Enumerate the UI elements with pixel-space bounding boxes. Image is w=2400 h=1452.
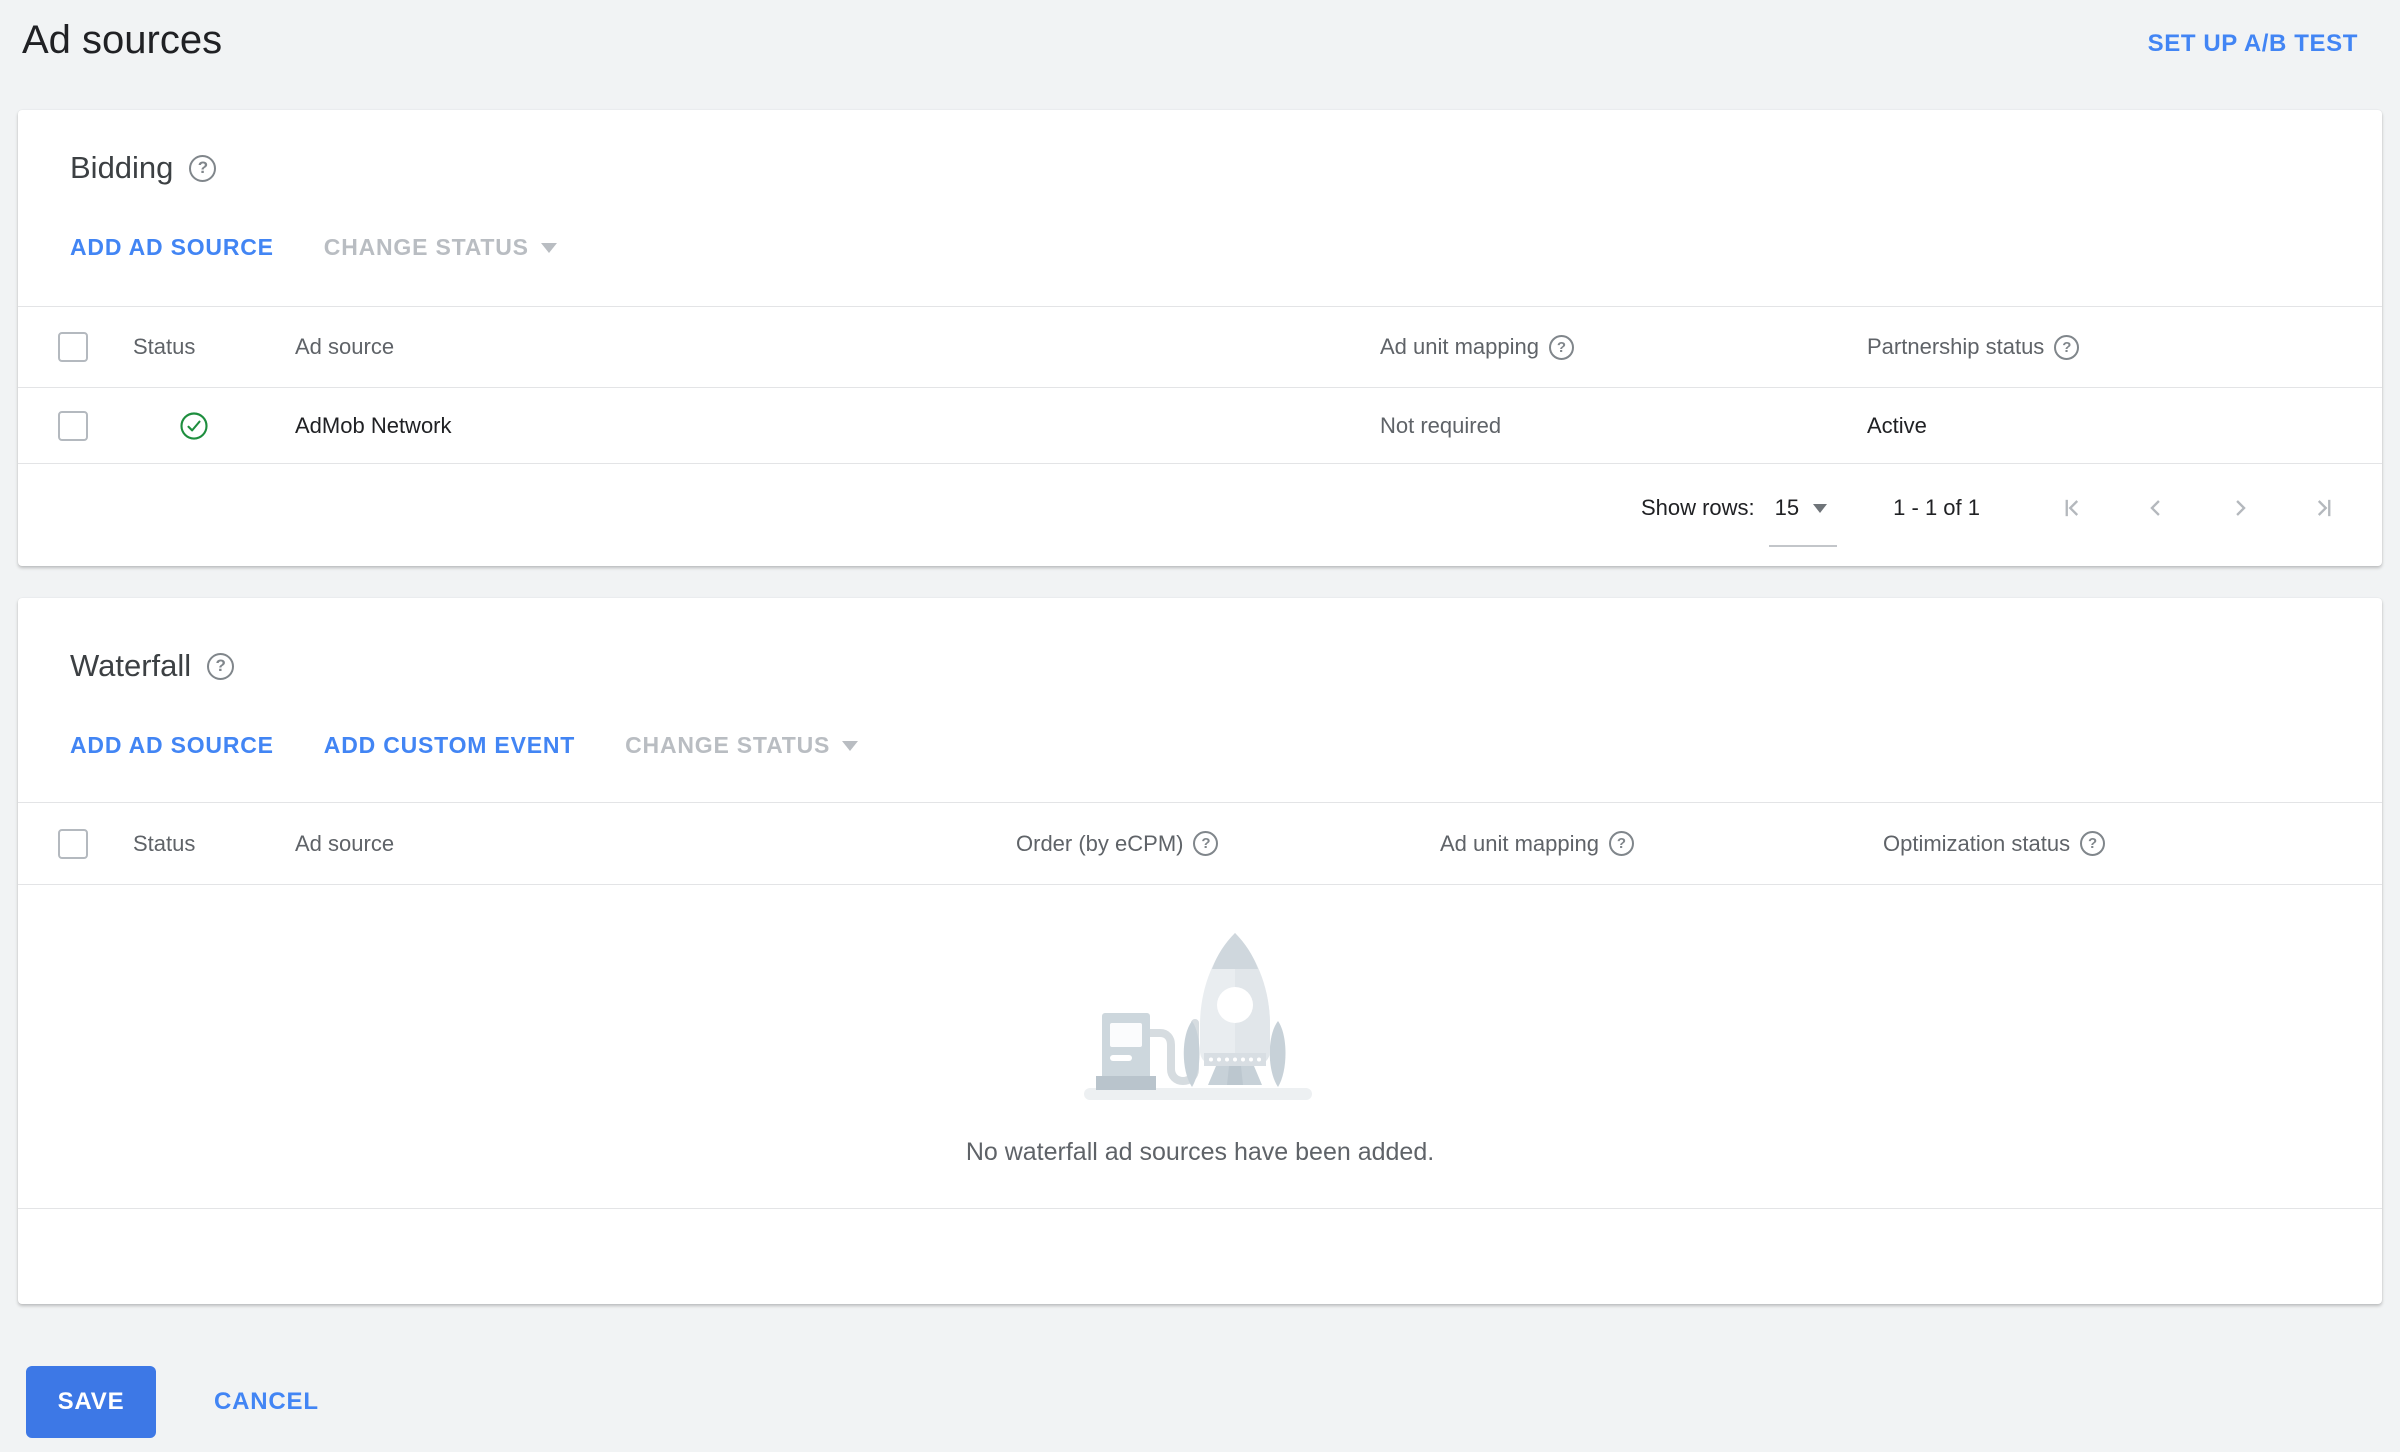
bidding-help-icon[interactable]: ? bbox=[189, 154, 217, 182]
waterfall-col-ad-unit-mapping: Ad unit mapping ? bbox=[1440, 831, 1883, 857]
cancel-button[interactable]: CANCEL bbox=[214, 1388, 319, 1416]
waterfall-change-status-label: CHANGE STATUS bbox=[625, 732, 831, 758]
waterfall-empty-message: No waterfall ad sources have been added. bbox=[965, 1138, 1435, 1166]
bidding-section-head: Bidding ? bbox=[18, 110, 2382, 186]
last-page-button[interactable] bbox=[2310, 494, 2338, 522]
bidding-actions: ADD AD SOURCE CHANGE STATUS bbox=[18, 234, 2382, 261]
waterfall-add-custom-event-button[interactable]: ADD CUSTOM EVENT bbox=[324, 732, 575, 759]
waterfall-help-icon[interactable]: ? bbox=[207, 652, 235, 680]
page-title: Ad sources bbox=[22, 18, 223, 62]
waterfall-card-footer bbox=[18, 1208, 2382, 1305]
waterfall-section-head: Waterfall ? bbox=[18, 598, 2382, 684]
bidding-add-ad-source-button[interactable]: ADD AD SOURCE bbox=[70, 234, 274, 261]
partnership-status-help-icon[interactable]: ? bbox=[2054, 334, 2080, 360]
chevron-down-icon bbox=[540, 242, 557, 253]
chevron-down-icon bbox=[842, 740, 859, 751]
bidding-title: Bidding bbox=[70, 150, 174, 185]
waterfall-empty-state: No waterfall ad sources have been added. bbox=[18, 885, 2382, 1208]
bidding-card: Bidding ? ADD AD SOURCE CHANGE STATUS St… bbox=[18, 110, 2382, 566]
rows-per-page-value: 15 bbox=[1774, 495, 1800, 520]
waterfall-col-optimization-status: Optimization status ? bbox=[1883, 831, 2342, 857]
page-footer: SAVE CANCEL bbox=[26, 1366, 2400, 1438]
bidding-col-status: Status bbox=[133, 334, 196, 359]
waterfall-change-status-button[interactable]: CHANGE STATUS bbox=[625, 732, 859, 759]
rocket-fueling-illustration-icon bbox=[1080, 925, 1320, 1110]
waterfall-add-ad-source-button[interactable]: ADD AD SOURCE bbox=[70, 732, 274, 759]
bidding-select-all-checkbox[interactable] bbox=[58, 332, 88, 362]
bidding-change-status-button[interactable]: CHANGE STATUS bbox=[324, 234, 557, 261]
row-status-cell bbox=[133, 411, 295, 441]
header-checkbox-cell bbox=[58, 828, 133, 859]
status-active-check-icon bbox=[179, 411, 209, 441]
ad-unit-mapping-help-icon[interactable]: ? bbox=[1609, 831, 1634, 856]
waterfall-title: Waterfall bbox=[70, 648, 192, 683]
bidding-col-partnership-status: Partnership status ? bbox=[1867, 334, 2342, 360]
ad-unit-mapping-label: Ad unit mapping bbox=[1440, 830, 1599, 856]
bidding-col-ad-unit-mapping: Ad unit mapping ? bbox=[1380, 334, 1867, 360]
optimization-status-help-icon[interactable]: ? bbox=[2080, 831, 2106, 856]
save-button[interactable]: SAVE bbox=[26, 1366, 156, 1438]
rows-per-page-select[interactable]: 15 bbox=[1768, 495, 1838, 547]
waterfall-col-order: Order (by eCPM) ? bbox=[1016, 831, 1440, 857]
ad-unit-mapping-label: Ad unit mapping bbox=[1380, 334, 1539, 359]
waterfall-card: Waterfall ? ADD AD SOURCE ADD CUSTOM EVE… bbox=[18, 598, 2382, 1304]
pagination-range: 1 - 1 of 1 bbox=[1893, 495, 1980, 520]
ad-unit-mapping-value: Not required bbox=[1380, 412, 1502, 438]
bidding-change-status-label: CHANGE STATUS bbox=[323, 234, 529, 260]
partnership-status-label: Partnership status bbox=[1867, 334, 2045, 359]
page-header: Ad sources SET UP A/B TEST bbox=[0, 0, 2400, 110]
next-page-button[interactable] bbox=[2226, 494, 2254, 522]
bidding-table-row[interactable]: AdMob Network Not required Active bbox=[18, 388, 2382, 464]
waterfall-actions: ADD AD SOURCE ADD CUSTOM EVENT CHANGE ST… bbox=[18, 732, 2382, 759]
set-up-ab-test-button[interactable]: SET UP A/B TEST bbox=[2148, 30, 2358, 58]
select-underline bbox=[1768, 545, 1838, 547]
bidding-table: Status Ad source Ad unit mapping ? Partn… bbox=[18, 306, 2382, 566]
admob-network-row-checkbox[interactable] bbox=[58, 410, 88, 441]
partnership-status-value: Active bbox=[1867, 412, 1927, 438]
show-rows-label: Show rows: bbox=[1640, 495, 1755, 520]
header-checkbox-cell bbox=[58, 332, 133, 362]
ad-sources-page: Ad sources SET UP A/B TEST Bidding ? ADD… bbox=[0, 0, 2400, 1452]
order-by-ecpm-help-icon[interactable]: ? bbox=[1193, 831, 1219, 856]
waterfall-col-status: Status bbox=[133, 830, 196, 856]
ad-unit-mapping-help-icon[interactable]: ? bbox=[1549, 334, 1574, 360]
bidding-col-ad-source: Ad source bbox=[295, 334, 395, 359]
row-checkbox-cell bbox=[58, 410, 133, 441]
waterfall-table-header-row: Status Ad source Order (by eCPM) ? Ad un… bbox=[18, 802, 2382, 885]
bidding-pagination: Show rows: 15 1 - 1 of 1 bbox=[18, 464, 2382, 566]
optimization-status-label: Optimization status bbox=[1883, 830, 2071, 856]
order-by-ecpm-label: Order (by eCPM) bbox=[1016, 830, 1184, 856]
ad-source-name: AdMob Network bbox=[295, 412, 452, 438]
chevron-down-icon bbox=[1813, 503, 1828, 513]
pagination-buttons bbox=[2058, 494, 2338, 522]
waterfall-select-all-checkbox[interactable] bbox=[58, 828, 88, 859]
waterfall-col-ad-source: Ad source bbox=[295, 830, 395, 856]
bidding-table-header-row: Status Ad source Ad unit mapping ? Partn… bbox=[18, 306, 2382, 388]
first-page-button[interactable] bbox=[2058, 494, 2086, 522]
waterfall-table: Status Ad source Order (by eCPM) ? Ad un… bbox=[18, 802, 2382, 1305]
previous-page-button[interactable] bbox=[2142, 494, 2170, 522]
